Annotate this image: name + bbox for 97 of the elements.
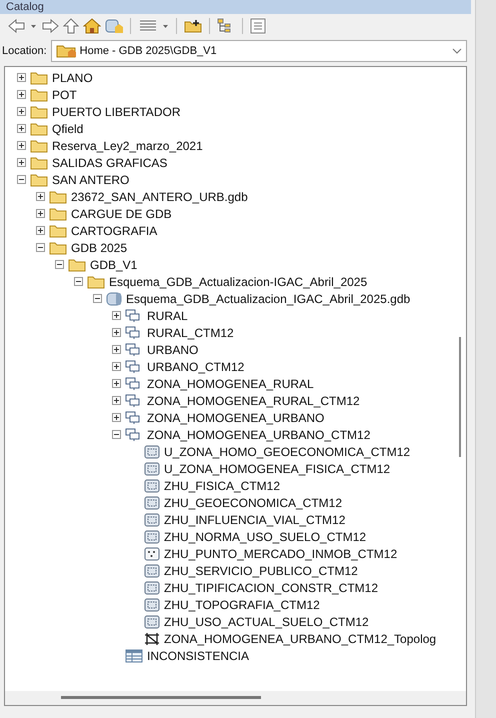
expander-icon[interactable] — [17, 141, 26, 150]
tree-item[interactable]: Qfield — [52, 122, 84, 136]
home-folder-icon — [56, 44, 76, 58]
polygon-layer-icon — [144, 478, 160, 492]
location-dropdown[interactable]: Home - GDB 2025\GDB_V1 — [50, 40, 468, 62]
expander-icon[interactable] — [36, 226, 45, 235]
new-folder-icon[interactable] — [184, 18, 202, 34]
expander-icon[interactable] — [55, 260, 64, 269]
folder-icon — [30, 70, 48, 84]
folder-icon — [30, 138, 48, 152]
tree-item[interactable]: Esquema_GDB_Actualizacion_IGAC_Abril_2025.gdb — [126, 292, 410, 306]
tree-item[interactable]: SALIDAS GRAFICAS — [52, 156, 168, 170]
expander-icon[interactable] — [17, 158, 26, 167]
folder-icon — [30, 104, 48, 118]
folder-icon — [49, 240, 67, 254]
back-icon[interactable] — [8, 18, 26, 34]
tree-item[interactable]: ZHU_SERVICIO_PUBLICO_CTM12 — [164, 564, 358, 578]
folder-icon — [30, 156, 48, 170]
tree-item[interactable]: PLANO — [52, 70, 93, 84]
tree-item[interactable]: URBANO — [147, 342, 198, 356]
folder-icon — [30, 88, 48, 102]
tree-item[interactable]: Esquema_GDB_Actualizacion-IGAC_Abril_2025 — [109, 274, 368, 288]
tree-item[interactable]: CARGUE DE GDB — [71, 206, 172, 220]
expander-icon[interactable] — [17, 73, 26, 82]
expander-icon[interactable] — [17, 124, 26, 133]
tree-item[interactable]: ZHU_NORMA_USO_SUELO_CTM12 — [164, 530, 366, 544]
tree-item[interactable]: ZHU_USO_ACTUAL_SUELO_CTM12 — [164, 614, 369, 628]
expander-icon[interactable] — [112, 311, 121, 320]
tree-item[interactable]: ZHU_TIPIFICACION_CONSTR_CTM12 — [164, 580, 378, 594]
expander-icon[interactable] — [17, 90, 26, 99]
tree-item[interactable]: POT — [52, 88, 77, 102]
polygon-layer-icon — [144, 598, 160, 612]
tree-item[interactable]: ZHU_GEOECONOMICA_CTM12 — [164, 496, 342, 510]
tree-item[interactable]: U_ZONA_HOMO_GEOECONOMICA_CTM12 — [164, 444, 410, 458]
table-icon — [125, 648, 143, 662]
forward-icon[interactable] — [41, 18, 59, 34]
folder-icon — [30, 172, 48, 186]
tree-item[interactable]: ZONA_HOMOGENEA_URBANO_CTM12_Topolog — [164, 632, 436, 646]
tree-item[interactable]: ZHU_PUNTO_MERCADO_INMOB_CTM12 — [164, 546, 398, 560]
details-list-icon[interactable] — [250, 18, 266, 34]
database-icon — [106, 292, 122, 306]
folder-icon — [30, 122, 48, 136]
expander-icon[interactable] — [112, 379, 121, 388]
tree-item[interactable]: URBANO_CTM12 — [147, 360, 244, 374]
polygon-layer-icon — [144, 462, 160, 476]
folder-icon — [49, 206, 67, 220]
polygon-layer-icon — [144, 444, 160, 458]
folder-icon — [87, 274, 105, 288]
tree-item[interactable]: PUERTO LIBERTADOR — [52, 104, 180, 118]
expander-icon[interactable] — [112, 413, 121, 422]
folder-icon — [68, 258, 86, 272]
database-home-icon[interactable] — [105, 18, 123, 34]
tree-item[interactable]: GDB_V1 — [90, 258, 138, 272]
tree-item[interactable]: ZONA_HOMOGENEA_URBANO — [147, 410, 324, 424]
location-label: Location: — [2, 45, 47, 57]
expander-icon[interactable] — [112, 430, 121, 439]
expander-icon[interactable] — [36, 192, 45, 201]
expander-icon[interactable] — [36, 243, 45, 252]
tree-item[interactable]: RURAL_CTM12 — [147, 326, 234, 340]
expander-icon[interactable] — [112, 345, 121, 354]
tree-item[interactable]: Reserva_Ley2_marzo_2021 — [52, 138, 203, 152]
point-layer-icon — [144, 546, 160, 560]
tree-item[interactable]: 23672_SAN_ANTERO_URB.gdb — [71, 190, 248, 204]
polygon-layer-icon — [144, 614, 160, 628]
expander-icon[interactable] — [36, 209, 45, 218]
tree-item[interactable]: CARTOGRAFIA — [71, 224, 158, 238]
expander-icon[interactable] — [112, 362, 121, 371]
polygon-layer-icon — [144, 564, 160, 578]
tree-item[interactable]: ZONA_HOMOGENEA_URBANO_CTM12 — [147, 428, 370, 442]
expander-icon[interactable] — [17, 107, 26, 116]
tree-item[interactable]: ZONA_HOMOGENEA_RURAL — [147, 376, 314, 390]
tree-item[interactable]: ZHU_INFLUENCIA_VIAL_CTM12 — [164, 512, 346, 526]
expander-icon[interactable] — [112, 328, 121, 337]
home-icon[interactable] — [83, 18, 101, 34]
tree-item[interactable]: SAN ANTERO — [52, 172, 130, 186]
folder-icon — [49, 224, 67, 238]
tree-item[interactable]: ZHU_TOPOGRAFIA_CTM12 — [164, 598, 320, 612]
polygon-layer-icon — [144, 530, 160, 544]
expander-icon[interactable] — [74, 277, 83, 286]
tree-item[interactable]: ZHU_FISICA_CTM12 — [164, 478, 280, 492]
tree-item[interactable]: INCONSISTENCIA — [147, 648, 250, 662]
expander-icon[interactable] — [17, 175, 26, 184]
horizontal-scrollbar[interactable] — [61, 696, 261, 699]
topology-icon — [144, 632, 160, 646]
folder-icon — [49, 190, 67, 204]
up-level-icon[interactable] — [63, 18, 79, 34]
tree-item[interactable]: GDB 2025 — [71, 240, 128, 254]
tree-item[interactable]: RURAL — [147, 308, 188, 322]
window-title: Catalog — [6, 1, 44, 13]
tree-item[interactable]: U_ZONA_HOMOGENEA_FISICA_CTM12 — [164, 462, 390, 476]
chevron-down-icon — [452, 48, 462, 54]
expander-icon[interactable] — [93, 294, 102, 303]
polygon-layer-icon — [144, 512, 160, 526]
polygon-layer-icon — [144, 496, 160, 510]
expander-icon[interactable] — [112, 396, 121, 405]
tree-item[interactable]: ZONA_HOMOGENEA_RURAL_CTM12 — [147, 394, 360, 408]
polygon-layer-icon — [144, 580, 160, 594]
